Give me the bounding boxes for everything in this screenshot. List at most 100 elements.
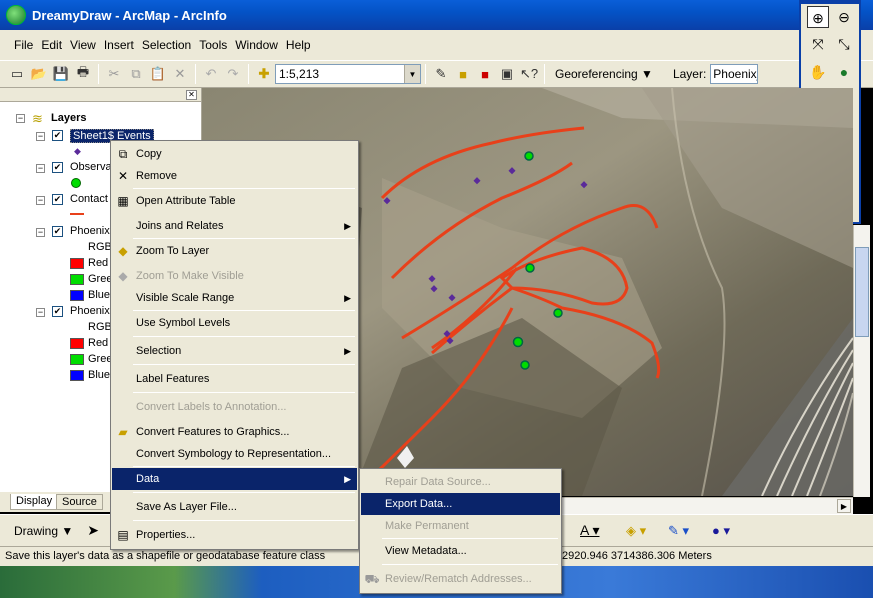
menu-item-open-attribute-table[interactable]: ▦ Open Attribute Table [112, 190, 357, 212]
layer-visibility-checkbox[interactable]: ✔ [52, 226, 63, 237]
select-elements-icon[interactable]: ➤ [87, 522, 99, 539]
layer-visibility-checkbox[interactable]: ✔ [52, 306, 63, 317]
expand-collapse-icon[interactable]: − [36, 164, 45, 173]
band-label: Gree [88, 353, 113, 365]
menu-item-save-as-layer-file[interactable]: Save As Layer File... [112, 496, 357, 518]
menu-separator [133, 520, 355, 521]
remove-x-icon: ✕ [117, 169, 129, 183]
rgb-label: RGB [88, 321, 112, 333]
drawing-menu[interactable]: Drawing ▼ [14, 524, 73, 538]
menu-item-copy[interactable]: ⧉ Copy [112, 143, 357, 165]
menu-selection[interactable]: Selection [142, 38, 191, 52]
paste-icon[interactable]: 📋 [147, 63, 169, 85]
expand-collapse-icon[interactable]: − [36, 228, 45, 237]
fill-color-icon[interactable]: ◈ ▾ [626, 523, 646, 539]
scrollbar-thumb[interactable] [855, 247, 869, 337]
toolbar-separator [425, 64, 426, 84]
layer-name[interactable]: Contact [70, 193, 108, 205]
layer-visibility-checkbox[interactable]: ✔ [52, 130, 63, 141]
band-label: Blue [88, 369, 111, 381]
layers-root-label[interactable]: Layers [51, 112, 86, 124]
green-band-swatch [70, 354, 84, 365]
layer-name[interactable]: Phoenix [70, 225, 110, 237]
tab-display[interactable]: Display [10, 494, 59, 510]
georef-layer-dropdown[interactable]: Phoenix_ [710, 64, 759, 84]
print-icon[interactable]: 🖶 [72, 63, 94, 85]
menu-item-review-rematch[interactable]: ⛟ Review/Rematch Addresses... [361, 568, 560, 590]
fixed-zoom-in-icon[interactable]: ⤧ [807, 33, 829, 55]
layer-name[interactable]: Phoenix [70, 305, 110, 317]
layer-name[interactable]: Observa [70, 161, 112, 173]
font-color-icon[interactable]: A ▾ [580, 522, 599, 539]
command-line-icon[interactable]: ▣ [496, 63, 518, 85]
menu-item-data[interactable]: Data ▶ [112, 468, 357, 490]
map-scale-dropdown[interactable]: 1:5,213 ▼ [275, 64, 421, 84]
editor-toolbar-icon[interactable]: ✎ [430, 63, 452, 85]
menu-item-view-metadata[interactable]: View Metadata... [361, 540, 560, 562]
full-extent-globe-icon[interactable]: ● [833, 61, 855, 83]
fixed-zoom-out-icon[interactable]: ⤡ [833, 33, 855, 55]
menu-separator [133, 336, 355, 337]
title-bar: DreamyDraw - ArcMap - ArcInfo [0, 0, 873, 30]
map-horizontal-scrollbar[interactable]: ▶ [560, 497, 853, 514]
close-icon[interactable]: ✕ [186, 90, 197, 100]
expand-collapse-icon[interactable]: − [16, 114, 25, 123]
open-folder-icon[interactable]: 📂 [28, 63, 50, 85]
menu-item-label-features[interactable]: Label Features [112, 368, 357, 390]
zoom-out-icon[interactable]: ⊖ [833, 6, 855, 28]
menu-item-selection[interactable]: Selection ▶ [112, 340, 357, 362]
line-color-icon[interactable]: ✎ ▾ [668, 523, 689, 539]
expand-collapse-icon[interactable]: − [36, 196, 45, 205]
menu-view[interactable]: View [70, 38, 96, 52]
undo-icon[interactable]: ↶ [200, 63, 222, 85]
zoom-visible-icon: ◆ [118, 269, 128, 283]
submenu-arrow-icon: ▶ [344, 221, 351, 231]
menu-item-use-symbol-levels[interactable]: Use Symbol Levels [112, 312, 357, 334]
menu-item-joins-relates[interactable]: Joins and Relates ▶ [112, 215, 357, 237]
menu-tools[interactable]: Tools [199, 38, 227, 52]
menu-file[interactable]: File [14, 38, 33, 52]
menu-item-remove[interactable]: ✕ Remove [112, 165, 357, 187]
save-icon[interactable]: 💾 [50, 63, 72, 85]
menu-item-repair-data-source[interactable]: Repair Data Source... [361, 471, 560, 493]
menu-item-zoom-to-layer[interactable]: ◆ Zoom To Layer [112, 240, 357, 262]
menu-item-export-data[interactable]: Export Data... [361, 493, 560, 515]
georeferencing-menu[interactable]: Georeferencing ▼ [555, 67, 653, 81]
table-icon: ▦ [117, 194, 129, 208]
zoom-in-icon[interactable]: ⊕ [807, 6, 829, 28]
marker-color-icon[interactable]: ● ▾ [712, 523, 730, 539]
redo-icon[interactable]: ↷ [222, 63, 244, 85]
menu-item-make-permanent[interactable]: Make Permanent [361, 515, 560, 537]
menu-insert[interactable]: Insert [104, 38, 134, 52]
menu-item-zoom-to-make-visible[interactable]: ◆ Zoom To Make Visible [112, 265, 357, 287]
expand-collapse-icon[interactable]: − [36, 132, 45, 141]
chevron-right-icon[interactable]: ▶ [837, 499, 851, 513]
copy-icon[interactable]: ⧉ [125, 63, 147, 85]
add-data-icon[interactable]: ✚ [253, 63, 275, 85]
cut-icon[interactable]: ✂ [103, 63, 125, 85]
layer-visibility-checkbox[interactable]: ✔ [52, 194, 63, 205]
menu-item-properties[interactable]: ▤ Properties... [112, 524, 357, 546]
red-band-swatch [70, 338, 84, 349]
expand-collapse-icon[interactable]: − [36, 308, 45, 317]
menu-item-convert-features[interactable]: ▰ Convert Features to Graphics... [112, 421, 357, 443]
pan-hand-icon[interactable]: ✋ [807, 61, 829, 83]
delete-icon[interactable]: ✕ [169, 63, 191, 85]
menu-item-convert-labels[interactable]: Convert Labels to Annotation... [112, 396, 357, 418]
menu-edit[interactable]: Edit [41, 38, 62, 52]
whats-this-icon[interactable]: ↖? [518, 63, 540, 85]
band-label: Blue [88, 289, 111, 301]
map-vertical-scrollbar[interactable] [853, 225, 870, 497]
blue-band-swatch [70, 370, 84, 381]
menu-window[interactable]: Window [235, 38, 278, 52]
tab-source[interactable]: Source [56, 494, 103, 510]
arctoolbox-icon[interactable]: ■ [474, 63, 496, 85]
arccatalog-icon[interactable]: ■ [452, 63, 474, 85]
new-document-icon[interactable]: ▭ [6, 63, 28, 85]
menu-item-convert-symbology[interactable]: Convert Symbology to Representation... [112, 443, 357, 465]
chevron-down-icon[interactable]: ▼ [404, 65, 420, 83]
menu-help[interactable]: Help [286, 38, 311, 52]
layer-visibility-checkbox[interactable]: ✔ [52, 162, 63, 173]
menu-item-visible-scale-range[interactable]: Visible Scale Range ▶ [112, 287, 357, 309]
blue-band-swatch [70, 290, 84, 301]
